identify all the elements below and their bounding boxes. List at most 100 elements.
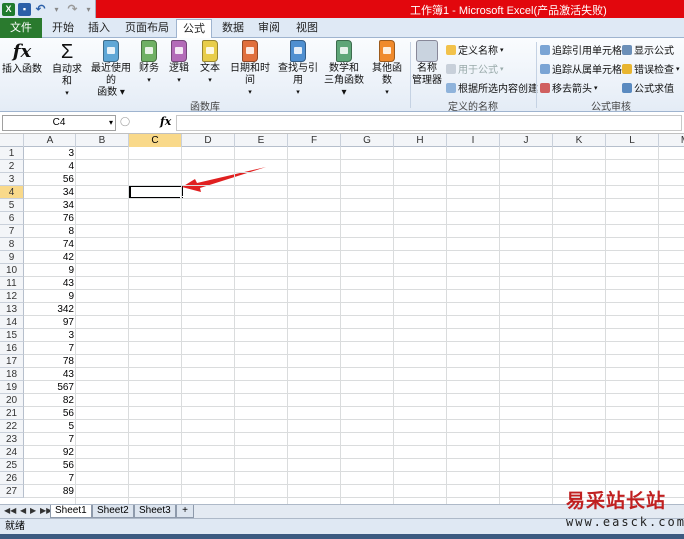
recently-used-button[interactable]: 最近使用的 函数 ▾: [88, 40, 134, 99]
column-header-h[interactable]: H: [394, 134, 447, 147]
cell-a16[interactable]: 7: [25, 342, 76, 355]
chevron-down-icon[interactable]: ▾: [50, 3, 63, 16]
trace-dependents-button[interactable]: 追踪从属单元格: [540, 61, 622, 76]
row-header-7[interactable]: 7: [0, 225, 24, 238]
trace-precedents-button[interactable]: 追踪引用单元格: [540, 42, 622, 57]
tab-review[interactable]: 审阅: [254, 19, 284, 38]
cell-a9[interactable]: 42: [25, 251, 76, 264]
row-header-4[interactable]: 4: [0, 186, 24, 199]
insert-function-fx-icon[interactable]: fx: [160, 115, 171, 128]
column-header-e[interactable]: E: [235, 134, 288, 147]
row-header-15[interactable]: 15: [0, 329, 24, 342]
tab-formulas[interactable]: 公式: [176, 19, 212, 39]
cell-a18[interactable]: 43: [25, 368, 76, 381]
tab-data[interactable]: 数据: [218, 19, 248, 38]
column-header-b[interactable]: B: [76, 134, 129, 147]
cell-a27[interactable]: 89: [25, 485, 76, 498]
column-header-d[interactable]: D: [182, 134, 235, 147]
column-header-c[interactable]: C: [129, 134, 182, 147]
row-header-18[interactable]: 18: [0, 368, 24, 381]
cell-a23[interactable]: 7: [25, 433, 76, 446]
more-functions-button[interactable]: 其他函数 ▾: [368, 40, 406, 99]
cell-a20[interactable]: 82: [25, 394, 76, 407]
cell-a2[interactable]: 4: [25, 160, 76, 173]
row-header-17[interactable]: 17: [0, 355, 24, 368]
row-header-19[interactable]: 19: [0, 381, 24, 394]
cell-a19[interactable]: 567: [25, 381, 76, 394]
row-header-16[interactable]: 16: [0, 342, 24, 355]
row-header-23[interactable]: 23: [0, 433, 24, 446]
sheet-tab-3[interactable]: Sheet3: [134, 505, 176, 518]
tab-page-layout[interactable]: 页面布局: [122, 19, 172, 38]
row-header-21[interactable]: 21: [0, 407, 24, 420]
date-time-button[interactable]: 日期和时间 ▾: [228, 40, 272, 99]
row-header-11[interactable]: 11: [0, 277, 24, 290]
formula-bar-handle[interactable]: ◯: [120, 116, 130, 127]
sheet-tab-2[interactable]: Sheet2: [92, 505, 134, 518]
insert-sheet-icon[interactable]: +: [176, 505, 194, 518]
row-header-22[interactable]: 22: [0, 420, 24, 433]
column-header-l[interactable]: L: [606, 134, 659, 147]
row-header-13[interactable]: 13: [0, 303, 24, 316]
text-button[interactable]: 文本 ▾: [198, 40, 222, 87]
cell-a22[interactable]: 5: [25, 420, 76, 433]
cell-a12[interactable]: 9: [25, 290, 76, 303]
math-trig-button[interactable]: 数学和 三角函数 ▾: [322, 40, 366, 99]
row-header-3[interactable]: 3: [0, 173, 24, 186]
row-header-5[interactable]: 5: [0, 199, 24, 212]
cell-a15[interactable]: 3: [25, 329, 76, 342]
row-header-10[interactable]: 10: [0, 264, 24, 277]
tab-view[interactable]: 视图: [292, 19, 322, 38]
sheet-tab-1[interactable]: Sheet1: [50, 505, 92, 518]
cell-a14[interactable]: 97: [25, 316, 76, 329]
column-header-i[interactable]: I: [447, 134, 500, 147]
row-header-27[interactable]: 27: [0, 485, 24, 498]
cell-a13[interactable]: 342: [25, 303, 76, 316]
chevron-down-icon[interactable]: ▾: [109, 116, 113, 130]
row-header-26[interactable]: 26: [0, 472, 24, 485]
autosum-button[interactable]: Σ 自动求和 ▾: [48, 40, 86, 100]
cell-a11[interactable]: 43: [25, 277, 76, 290]
cell-a1[interactable]: 3: [25, 147, 76, 160]
evaluate-formula-button[interactable]: 公式求值: [622, 80, 674, 95]
customize-qat-icon[interactable]: ▾: [82, 3, 95, 16]
cell-a8[interactable]: 74: [25, 238, 76, 251]
error-checking-button[interactable]: 错误检查 ▾: [622, 61, 680, 76]
cell-a7[interactable]: 8: [25, 225, 76, 238]
formula-input[interactable]: [176, 115, 682, 131]
column-header-g[interactable]: G: [341, 134, 394, 147]
column-header-m[interactable]: M: [659, 134, 684, 147]
create-from-selection-button[interactable]: 根据所选内容创建: [446, 80, 538, 95]
row-header-9[interactable]: 9: [0, 251, 24, 264]
cell-a17[interactable]: 78: [25, 355, 76, 368]
cell-a6[interactable]: 76: [25, 212, 76, 225]
cell-a3[interactable]: 56: [25, 173, 76, 186]
insert-function-button[interactable]: fx 插入函数: [2, 40, 42, 76]
use-in-formula-button[interactable]: 用于公式 ▾: [446, 61, 504, 76]
worksheet-grid[interactable]: ABCDEFGHIJKLM 12345678910111213141516171…: [0, 134, 684, 504]
row-header-14[interactable]: 14: [0, 316, 24, 329]
logical-button[interactable]: 逻辑 ▾: [168, 40, 190, 87]
first-sheet-icon[interactable]: ◀◀: [4, 506, 16, 515]
tab-home[interactable]: 开始: [48, 19, 78, 38]
select-all-corner[interactable]: [0, 134, 24, 147]
save-icon[interactable]: ▪: [18, 2, 31, 16]
row-header-1[interactable]: 1: [0, 147, 24, 160]
redo-icon[interactable]: ↷: [66, 2, 79, 16]
define-name-button[interactable]: 定义名称 ▾: [446, 42, 504, 57]
cell-a24[interactable]: 92: [25, 446, 76, 459]
column-header-j[interactable]: J: [500, 134, 553, 147]
cell-a21[interactable]: 56: [25, 407, 76, 420]
cell-a10[interactable]: 9: [25, 264, 76, 277]
row-header-24[interactable]: 24: [0, 446, 24, 459]
column-header-k[interactable]: K: [553, 134, 606, 147]
row-header-6[interactable]: 6: [0, 212, 24, 225]
row-header-2[interactable]: 2: [0, 160, 24, 173]
prev-sheet-icon[interactable]: ◀: [20, 506, 26, 515]
name-manager-button[interactable]: 名称 管理器: [412, 40, 442, 87]
cell-a5[interactable]: 34: [25, 199, 76, 212]
cell-a4[interactable]: 34: [25, 186, 76, 199]
next-sheet-icon[interactable]: ▶: [30, 506, 36, 515]
cell-a26[interactable]: 7: [25, 472, 76, 485]
lookup-reference-button[interactable]: 查找与引用 ▾: [276, 40, 320, 99]
